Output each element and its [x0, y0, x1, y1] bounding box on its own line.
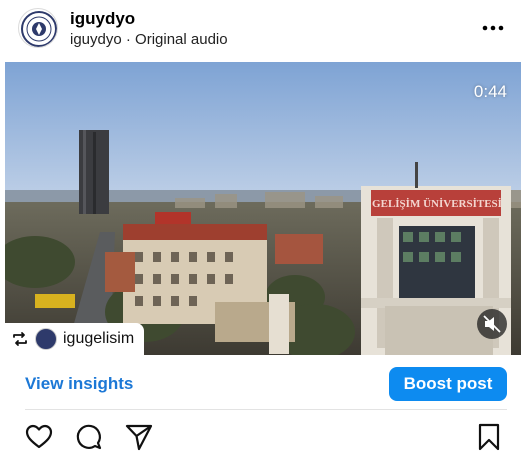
university-seal-icon [21, 11, 57, 47]
video-frame: GELİŞİM ÜNİVERSİTESİ [5, 62, 521, 355]
repost-tag[interactable]: igugelisim [5, 323, 145, 355]
university-sign: GELİŞİM ÜNİVERSİTESİ [372, 197, 502, 210]
mute-button[interactable] [477, 309, 507, 339]
repost-avatar [35, 328, 57, 350]
boost-post-button[interactable]: Boost post [389, 367, 507, 401]
username[interactable]: iguydyo [70, 9, 135, 29]
comment-button[interactable] [74, 422, 104, 452]
video-duration: 0:44 [473, 82, 507, 101]
ellipsis-icon [482, 25, 504, 31]
view-insights-link[interactable]: View insights [25, 374, 133, 394]
profile-avatar[interactable] [18, 8, 58, 48]
share-button[interactable] [124, 422, 154, 452]
like-button[interactable] [24, 422, 54, 452]
heart-icon [25, 424, 53, 449]
engagement-toolbar [0, 420, 521, 452]
speaker-muted-icon [483, 315, 501, 333]
save-button[interactable] [474, 422, 504, 452]
post-header: iguydyo iguydyo · Original audio [0, 0, 521, 58]
repost-username: igugelisim [63, 330, 135, 347]
more-options-button[interactable] [479, 16, 507, 40]
comment-icon [76, 424, 102, 450]
send-icon [125, 424, 153, 451]
post-actions-row: View insights Boost post [0, 362, 521, 406]
audio-subtitle[interactable]: iguydyo · Original audio [70, 31, 228, 49]
video-post[interactable]: GELİŞİM ÜNİVERSİTESİ 0:44 igugelisim [5, 62, 521, 355]
bookmark-icon [478, 423, 500, 451]
repost-icon [13, 332, 27, 346]
divider [25, 409, 507, 410]
